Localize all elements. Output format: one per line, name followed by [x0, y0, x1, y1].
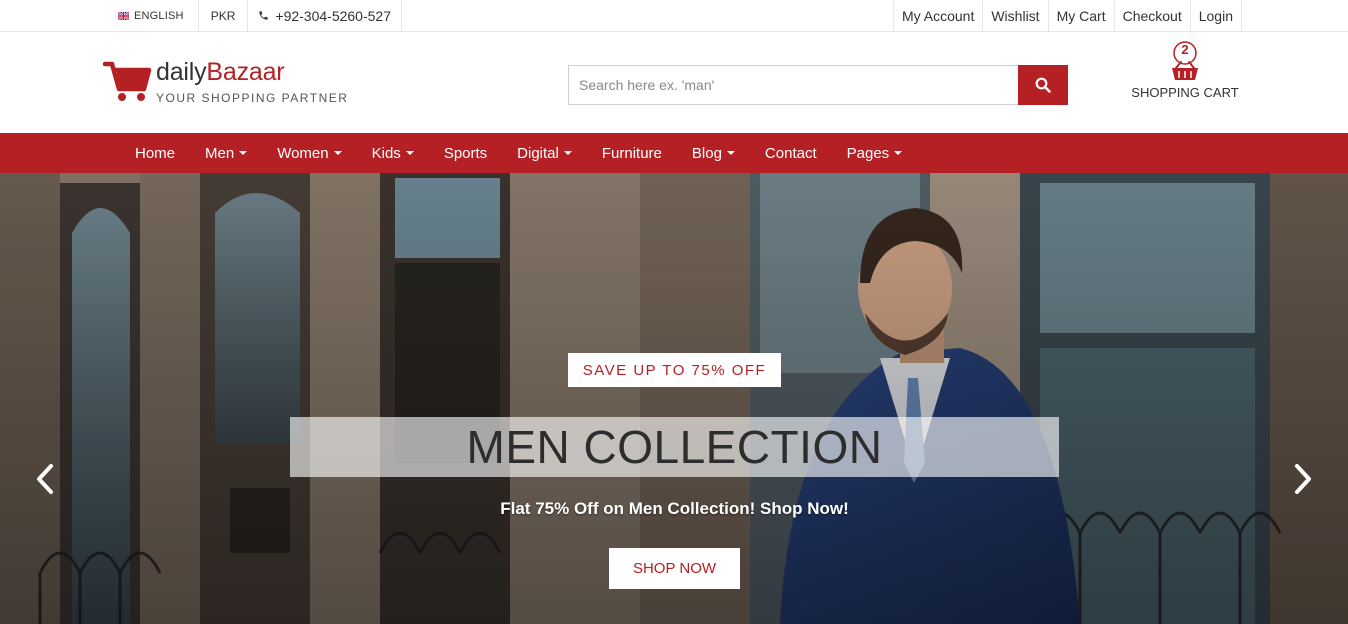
nav-item-label: Digital — [517, 144, 559, 162]
shopping-cart[interactable]: 2 SHOPPING CART — [1122, 38, 1248, 102]
nav-item-label: Blog — [691, 144, 722, 162]
chevron-left-icon[interactable] — [32, 461, 58, 497]
caret-down-icon — [894, 151, 903, 155]
nav-item-women[interactable]: Women — [262, 133, 356, 173]
site-logo[interactable]: dailyBazaar YOUR SHOPPING PARTNER — [103, 58, 353, 108]
nav-item-label: Home — [135, 144, 176, 162]
top-bar-left: ENGLISH PKR +92-304-5260-527 — [106, 0, 402, 31]
nav-item-kids[interactable]: Kids — [357, 133, 429, 173]
logo-tagline: YOUR SHOPPING PARTNER — [156, 91, 349, 105]
shop-now-button[interactable]: SHOP NOW — [609, 548, 740, 589]
checkout-link[interactable]: Checkout — [1113, 0, 1190, 31]
phone-number: +92-304-5260-527 — [275, 7, 391, 24]
nav-item-men[interactable]: Men — [190, 133, 262, 173]
top-bar-links: My Account Wishlist My Cart Checkout Log… — [892, 0, 1242, 31]
caret-down-icon — [239, 151, 248, 155]
nav-item-label: Contact — [764, 144, 817, 162]
nav-item-label: Pages — [846, 144, 890, 162]
search-bar — [568, 65, 1068, 105]
hero-title: MEN COLLECTION — [290, 417, 1059, 477]
cart-logo-icon — [103, 61, 152, 101]
search-icon — [1035, 77, 1051, 93]
cart-count-badge: 2 — [1181, 42, 1189, 57]
caret-down-icon — [333, 151, 342, 155]
nav-item-contact[interactable]: Contact — [750, 133, 832, 173]
main-navigation: Home Men Women Kids Sports Digital Furni… — [0, 133, 1348, 173]
currency-label: PKR — [210, 8, 236, 23]
search-input[interactable] — [568, 65, 1018, 105]
nav-item-digital[interactable]: Digital — [502, 133, 587, 173]
hero-subtitle: Flat 75% Off on Men Collection! Shop Now… — [500, 499, 849, 518]
caret-down-icon — [726, 151, 735, 155]
nav-item-home[interactable]: Home — [120, 133, 190, 173]
caret-down-icon — [405, 151, 414, 155]
hero-slider: SAVE UP TO 75% OFF MEN COLLECTION Flat 7… — [0, 173, 1348, 624]
logo-name-part2: Bazaar — [206, 58, 285, 86]
nav-item-label: Kids — [371, 144, 401, 162]
nav-item-pages[interactable]: Pages — [832, 133, 918, 173]
top-bar: ENGLISH PKR +92-304-5260-527 My Account … — [0, 0, 1348, 32]
my-cart-link[interactable]: My Cart — [1047, 0, 1114, 31]
nav-item-label: Furniture — [601, 144, 662, 162]
nav-item-sports[interactable]: Sports — [429, 133, 502, 173]
language-label: ENGLISH — [134, 9, 184, 22]
nav-item-blog[interactable]: Blog — [677, 133, 750, 173]
phone-contact: +92-304-5260-527 — [248, 0, 402, 31]
uk-flag-icon — [118, 11, 129, 20]
search-button[interactable] — [1018, 65, 1068, 105]
my-account-link[interactable]: My Account — [892, 0, 982, 31]
nav-items: Home Men Women Kids Sports Digital Furni… — [120, 133, 917, 173]
caret-down-icon — [563, 151, 572, 155]
chevron-right-icon[interactable] — [1290, 461, 1316, 497]
nav-item-furniture[interactable]: Furniture — [587, 133, 677, 173]
phone-icon — [259, 11, 269, 20]
nav-item-label: Men — [205, 144, 235, 162]
logo-name-part1: daily — [156, 58, 207, 86]
currency-selector[interactable]: PKR — [199, 0, 249, 31]
language-selector[interactable]: ENGLISH — [106, 0, 199, 31]
nav-item-label: Sports — [443, 144, 488, 162]
logo-wordmark: dailyBazaar — [156, 58, 285, 86]
hero-promo-badge: SAVE UP TO 75% OFF — [568, 353, 781, 387]
wishlist-link[interactable]: Wishlist — [982, 0, 1047, 31]
cart-label: SHOPPING CART — [1131, 85, 1239, 100]
nav-item-label: Women — [277, 144, 329, 162]
login-link[interactable]: Login — [1189, 0, 1242, 31]
